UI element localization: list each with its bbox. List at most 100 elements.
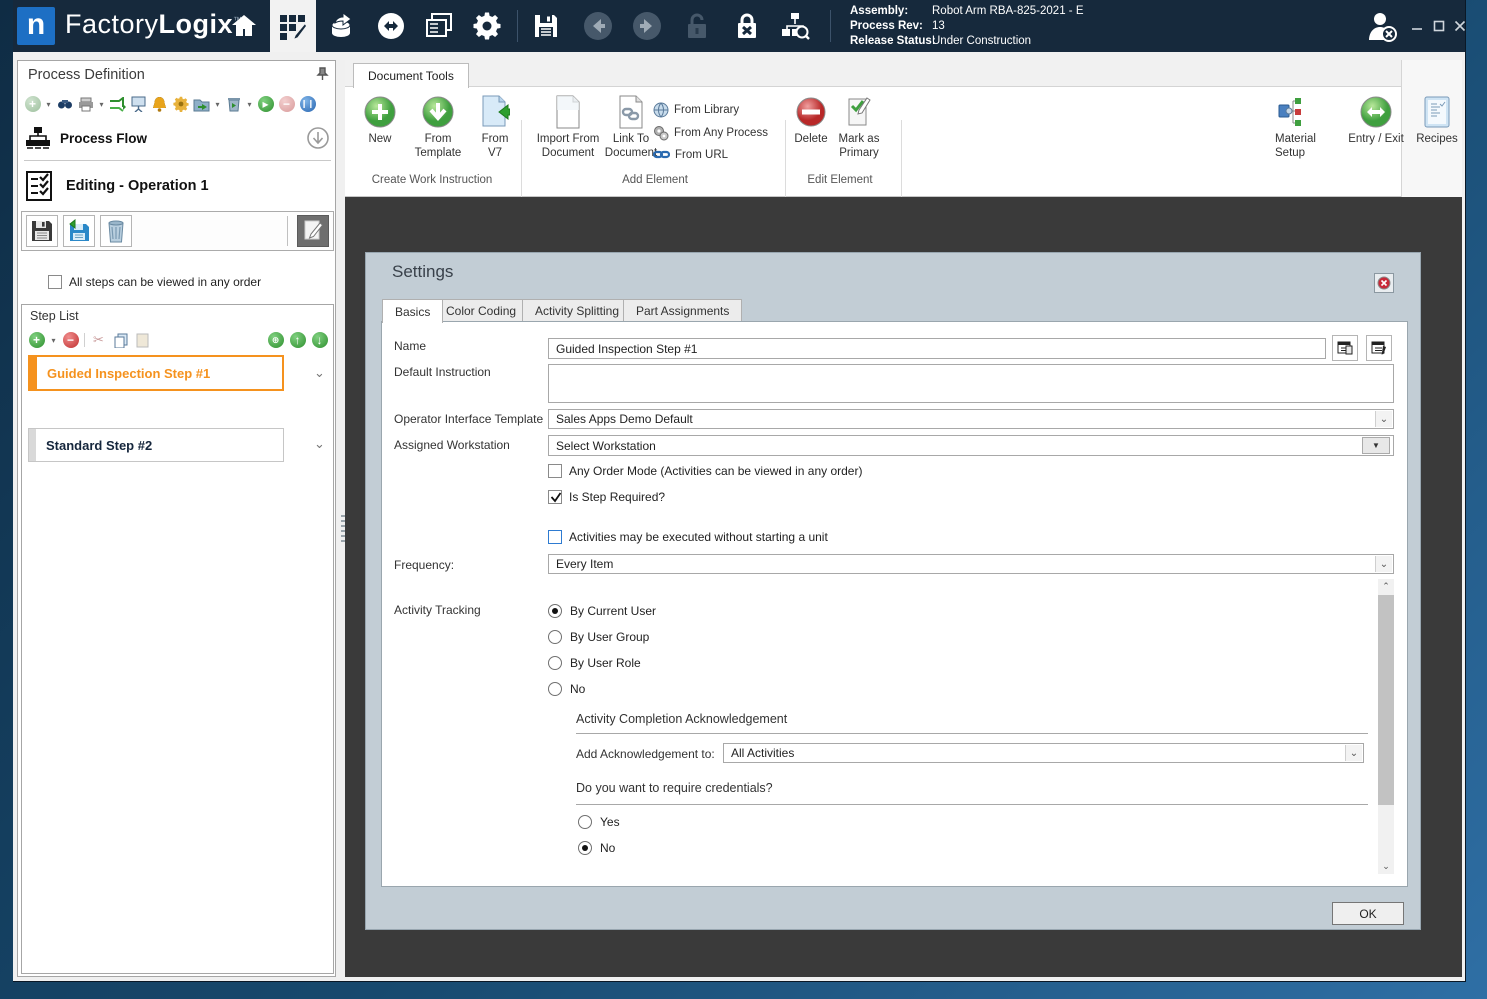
tab-part-assignments[interactable]: Part Assignments (623, 299, 743, 322)
find-button[interactable] (56, 96, 73, 113)
documents-nav-button[interactable] (416, 0, 462, 52)
reorder-button[interactable] (109, 96, 126, 113)
from-any-process-button[interactable]: From Any Process (653, 125, 768, 141)
move-step-up-button[interactable]: ↑ (289, 332, 306, 349)
name-translate-button[interactable] (1332, 335, 1358, 361)
presentation-button[interactable] (130, 96, 147, 113)
step-expand-chevron[interactable]: ⌄ (314, 437, 328, 452)
forward-button[interactable] (624, 0, 670, 52)
add-process-dropdown[interactable]: ▾ (45, 96, 52, 113)
operator-interface-template-select[interactable]: Sales Apps Demo Default ⌄ (548, 409, 1394, 429)
copy-step-button[interactable] (112, 332, 129, 349)
scroll-down-icon[interactable]: ⌄ (1378, 859, 1394, 874)
any-order-steps-checkbox[interactable] (48, 275, 62, 289)
process-definition-nav-button[interactable] (270, 0, 316, 52)
radio-credentials-no[interactable] (578, 841, 592, 855)
credentials-option-yes[interactable]: Yes (578, 815, 620, 829)
recipes-button[interactable]: Recipes (1413, 94, 1461, 146)
scrollbar-thumb[interactable] (1378, 595, 1394, 805)
back-button[interactable] (575, 0, 621, 52)
add-process-button[interactable]: + (24, 96, 41, 113)
chevron-down-icon[interactable]: ⌄ (1345, 745, 1362, 761)
maximize-button[interactable] (1430, 18, 1448, 34)
gear-gold-button[interactable] (172, 96, 189, 113)
tracking-option-user-group[interactable]: By User Group (548, 630, 649, 644)
radio-by-user-role[interactable] (548, 656, 562, 670)
recycle-dropdown[interactable]: ▾ (246, 96, 253, 113)
radio-no-tracking[interactable] (548, 682, 562, 696)
any-order-mode-checkbox[interactable] (548, 464, 562, 478)
print-dropdown[interactable]: ▾ (98, 96, 105, 113)
process-flow-row[interactable]: Process Flow (26, 123, 329, 153)
name-input[interactable]: Guided Inspection Step #1 (548, 338, 1326, 359)
scroll-up-icon[interactable]: ⌃ (1378, 579, 1394, 594)
print-button[interactable] (77, 96, 94, 113)
radio-credentials-yes[interactable] (578, 815, 592, 829)
delete-operation-button[interactable] (100, 215, 132, 247)
minimize-button[interactable] (1408, 18, 1426, 34)
unlock-button[interactable] (674, 0, 720, 52)
from-v7-button[interactable]: From V7 (473, 94, 517, 160)
edit-instruction-toggle[interactable] (297, 215, 329, 247)
paste-step-button[interactable] (134, 332, 151, 349)
add-step-dropdown[interactable]: ▾ (50, 332, 57, 349)
delete-element-button[interactable]: Delete (791, 94, 831, 146)
from-template-button[interactable]: From Template (407, 94, 469, 160)
remove-step-button[interactable]: − (62, 332, 79, 349)
assigned-workstation-field[interactable]: Select Workstation (548, 435, 1394, 456)
import-from-document-button[interactable]: Import From Document (529, 94, 607, 160)
ack-select[interactable]: All Activities ⌄ (723, 743, 1364, 763)
entry-exit-button[interactable]: Entry / Exit (1343, 94, 1409, 146)
tab-color-coding[interactable]: Color Coding (433, 299, 530, 322)
tab-basics[interactable]: Basics (382, 299, 444, 323)
process-audit-button[interactable] (772, 0, 818, 52)
is-step-required-checkbox[interactable] (548, 490, 562, 504)
alert-button[interactable] (151, 96, 168, 113)
tracking-option-current-user[interactable]: By Current User (548, 604, 656, 618)
tracking-option-user-role[interactable]: By User Role (548, 656, 641, 670)
workstation-dropdown-button[interactable]: ▼ (1362, 437, 1390, 454)
production-nav-button[interactable] (319, 0, 365, 52)
step-item-guided-inspection[interactable]: Guided Inspection Step #1 (28, 355, 284, 391)
deactivate-button[interactable]: − (278, 96, 295, 113)
lock-cancel-button[interactable] (724, 0, 770, 52)
recycle-button[interactable] (225, 96, 242, 113)
new-instruction-button[interactable]: New (359, 94, 401, 146)
mark-as-primary-button[interactable]: Mark as Primary (831, 94, 887, 160)
pin-icon[interactable] (316, 67, 329, 81)
credentials-option-no[interactable]: No (578, 841, 615, 855)
close-button[interactable] (1451, 18, 1469, 34)
radio-by-user-group[interactable] (548, 630, 562, 644)
add-step-button[interactable]: + (28, 332, 45, 349)
activate-button[interactable]: ▸ (257, 96, 274, 113)
dialog-close-button[interactable] (1374, 273, 1394, 293)
material-setup-button[interactable]: Material Setup (1275, 94, 1327, 160)
import-folder-button[interactable] (193, 96, 210, 113)
step-expand-chevron[interactable]: ⌄ (314, 366, 328, 381)
from-library-button[interactable]: From Library (653, 102, 739, 118)
from-url-button[interactable]: From URL (653, 148, 728, 161)
move-step-down-button[interactable]: ↓ (311, 332, 328, 349)
import-folder-dropdown[interactable]: ▾ (214, 96, 221, 113)
hold-button[interactable]: ❙❙ (299, 96, 316, 113)
default-instruction-input[interactable] (548, 364, 1394, 403)
panel-splitter[interactable] (340, 505, 346, 551)
chevron-down-icon[interactable]: ⌄ (1375, 411, 1392, 427)
dialog-scrollbar[interactable]: ⌃ ⌄ (1378, 579, 1394, 874)
home-button[interactable] (221, 0, 267, 52)
save-import-button[interactable] (63, 215, 95, 247)
frequency-select[interactable]: Every Item ⌄ (548, 554, 1394, 574)
name-translate-all-button[interactable] (1366, 335, 1392, 361)
tracking-option-no[interactable]: No (548, 682, 585, 696)
save-button[interactable] (523, 0, 569, 52)
chevron-down-icon[interactable]: ⌄ (1375, 556, 1392, 572)
cut-step-icon[interactable]: ✂ (90, 332, 107, 349)
expand-steps-button[interactable]: ⊕ (267, 332, 284, 349)
tab-activity-splitting[interactable]: Activity Splitting (522, 299, 633, 322)
radio-by-current-user[interactable] (548, 604, 562, 618)
save-operation-button[interactable] (26, 215, 58, 247)
without-unit-checkbox[interactable] (548, 530, 562, 544)
tab-document-tools[interactable]: Document Tools (353, 63, 469, 88)
collapse-down-icon[interactable] (307, 127, 329, 149)
transfer-nav-button[interactable] (368, 0, 414, 52)
